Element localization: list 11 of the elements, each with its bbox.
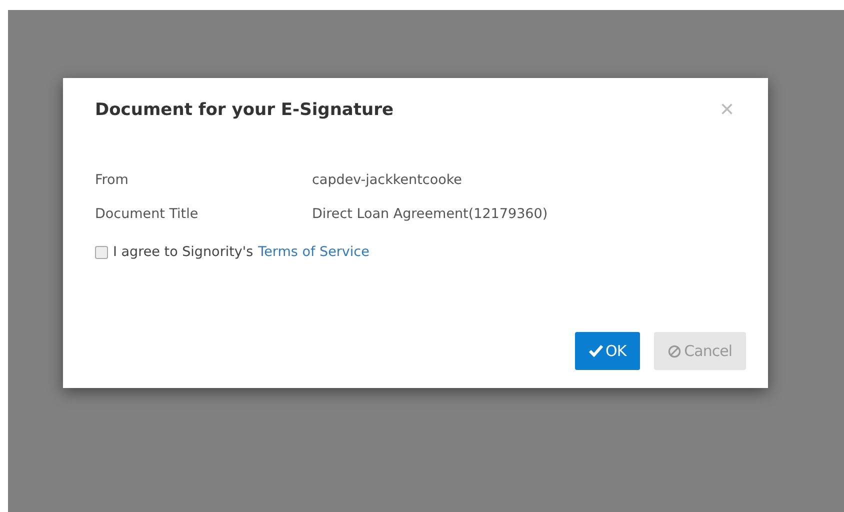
field-label: Document Title bbox=[95, 206, 200, 222]
check-icon bbox=[588, 345, 603, 357]
agree-checkbox[interactable] bbox=[95, 246, 108, 258]
ok-button[interactable]: OK bbox=[574, 332, 640, 370]
field-label: From bbox=[95, 172, 130, 188]
field-value: Direct Loan Agreement(12179360) bbox=[312, 206, 549, 222]
agree-label: I agree to Signority's bbox=[113, 244, 254, 260]
dialog-title: Document for your E-Signature bbox=[95, 100, 394, 120]
terms-link[interactable]: Terms of Service bbox=[258, 244, 370, 260]
field-value: capdev-jackkentcooke bbox=[312, 172, 463, 188]
prohibited-icon bbox=[668, 344, 682, 358]
